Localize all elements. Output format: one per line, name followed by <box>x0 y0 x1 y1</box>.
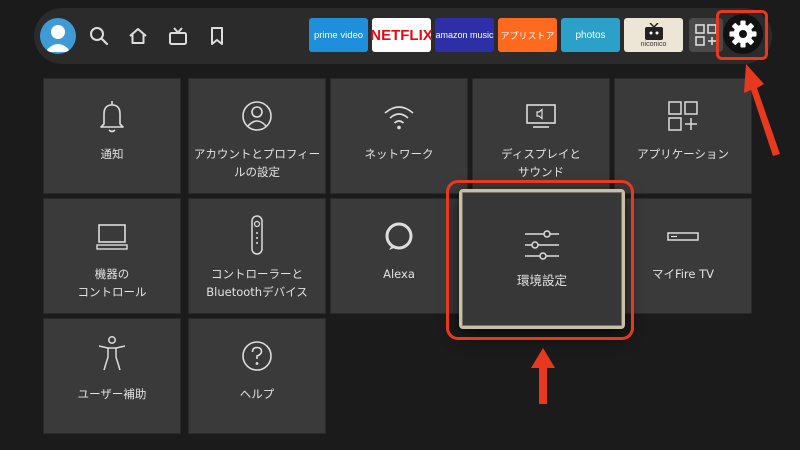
settings-highlight-box <box>716 10 768 60</box>
niconico-logo: niconico <box>640 40 667 48</box>
tile-help[interactable]: ヘルプ <box>188 318 326 434</box>
remote-icon <box>251 215 263 255</box>
fire-tv-stick-icon <box>667 232 699 241</box>
profile-icon <box>242 101 272 131</box>
amazon-photos-app[interactable]: photos <box>561 18 620 52</box>
annotation-arrow-up-left <box>744 64 780 156</box>
prime-video-app[interactable]: prime video <box>309 18 368 52</box>
tile-account-profile[interactable]: アカウントとプロフィー ルの設定 <box>188 78 326 194</box>
preferences-highlight-box <box>446 180 634 340</box>
user-icon <box>45 25 71 52</box>
tile-applications[interactable]: アプリケーション <box>614 78 752 194</box>
tile-network[interactable]: ネットワーク <box>330 78 468 194</box>
amazon-music-app[interactable]: amazon music <box>435 18 494 52</box>
amazon-music-logo: amazon music <box>435 30 494 40</box>
tile-my-fire-tv[interactable]: マイFire TV <box>614 198 752 314</box>
photos-logo: photos <box>575 29 606 41</box>
tile-label: 通知 <box>100 147 124 161</box>
home-icon[interactable] <box>126 24 150 48</box>
prime-video-logo: prime video <box>313 29 364 41</box>
annotation-arrow-up <box>531 348 555 404</box>
tile-label: アプリケーション <box>637 147 729 161</box>
accessibility-icon <box>98 336 126 371</box>
netflix-app[interactable]: NETFLIX <box>370 18 433 52</box>
tile-label: コントローラーと Bluetoothデバイス <box>206 267 308 299</box>
tile-label: アカウントとプロフィー ルの設定 <box>193 147 321 179</box>
display-sound-icon <box>526 104 556 128</box>
niconico-tv-icon <box>644 22 663 40</box>
tile-label: ネットワーク <box>364 147 434 161</box>
help-icon <box>242 341 272 371</box>
appstore-logo: アプリストア <box>500 30 555 41</box>
tile-controllers-bluetooth[interactable]: コントローラーと Bluetoothデバイス <box>188 198 326 314</box>
tile-notifications[interactable]: 通知 <box>43 78 181 194</box>
bell-icon <box>100 101 124 133</box>
tile-label: ユーザー補助 <box>77 387 147 401</box>
tile-accessibility[interactable]: ユーザー補助 <box>43 318 181 434</box>
tile-label: ディスプレイと サウンド <box>501 147 581 179</box>
applications-icon <box>668 101 698 131</box>
profile-avatar[interactable] <box>40 18 76 54</box>
tv-device-icon <box>96 224 128 250</box>
tile-label: マイFire TV <box>651 267 715 281</box>
appstore-app[interactable]: アプリストア <box>498 18 557 52</box>
wifi-icon <box>384 106 414 130</box>
alexa-icon <box>385 222 413 250</box>
netflix-logo: NETFLIX <box>370 26 433 44</box>
niconico-app[interactable]: niconico <box>624 18 683 52</box>
live-tv-icon[interactable] <box>166 24 190 48</box>
tile-label: ヘルプ <box>239 387 275 401</box>
tile-display-sound[interactable]: ディスプレイと サウンド <box>472 78 610 194</box>
bookmark-icon[interactable] <box>205 24 229 48</box>
tile-label: Alexa <box>383 267 415 281</box>
search-icon[interactable] <box>87 24 111 48</box>
tile-equipment-control[interactable]: 機器の コントロール <box>43 198 181 314</box>
tile-label: 機器の コントロール <box>77 267 147 299</box>
